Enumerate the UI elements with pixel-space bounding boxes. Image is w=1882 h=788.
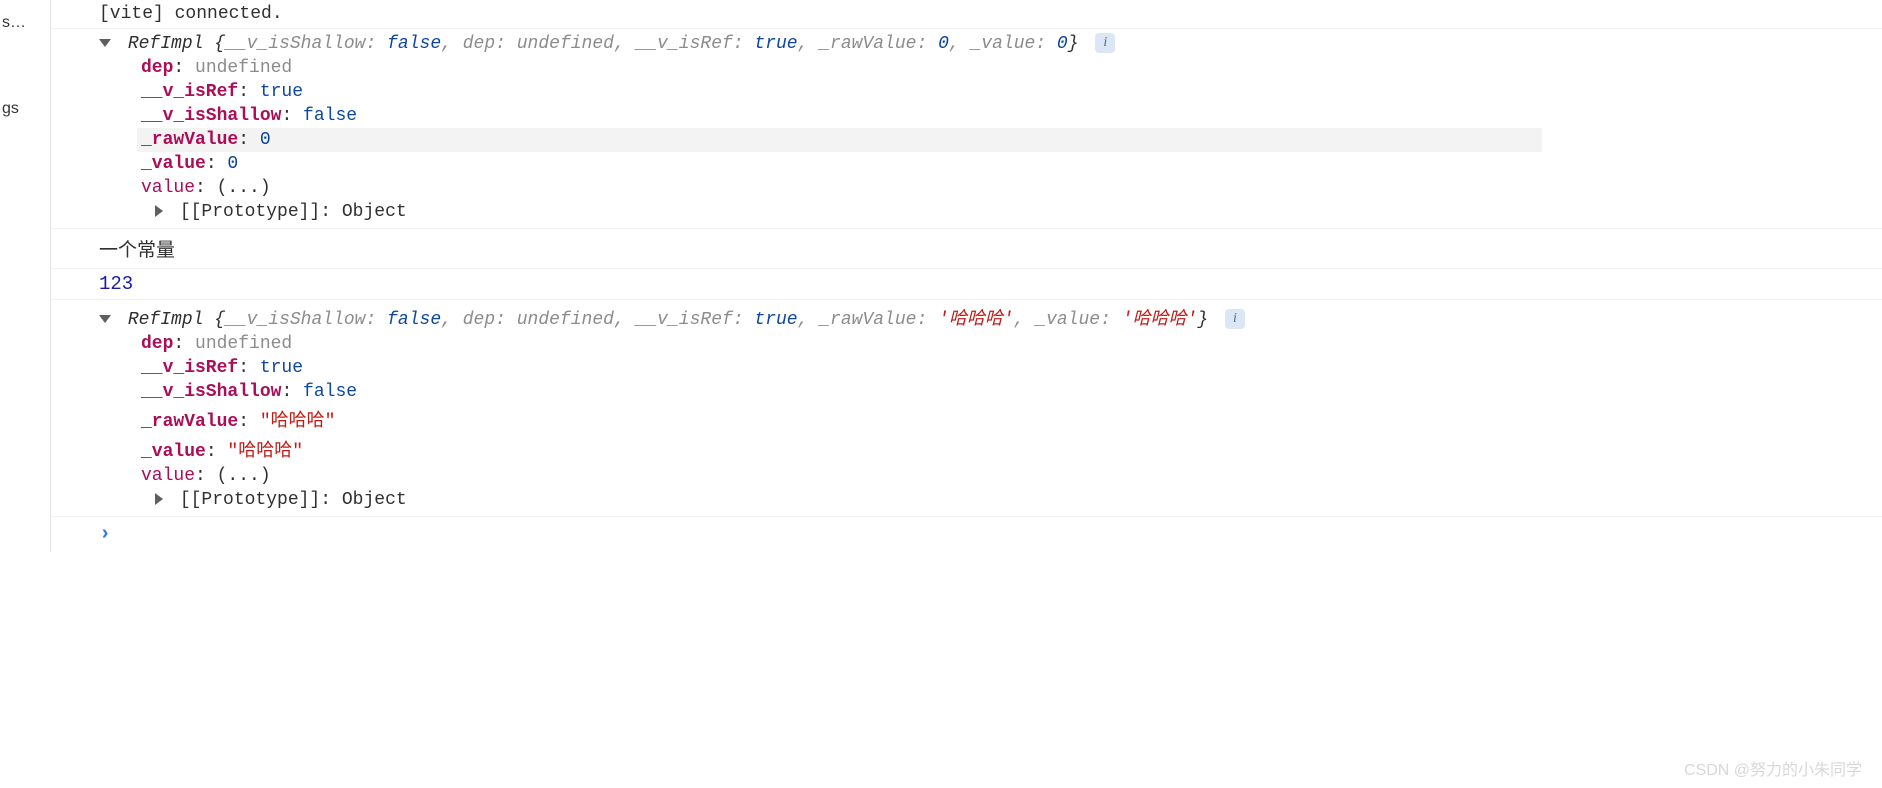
class-name: RefImpl bbox=[128, 310, 204, 330]
console-panel: [vite] connected. RefImpl {__v_isShallow… bbox=[50, 0, 1882, 552]
class-name: RefImpl bbox=[128, 34, 204, 54]
property-row[interactable]: _rawValue: "哈哈哈" bbox=[137, 404, 1842, 434]
property-row[interactable]: __v_isRef: true bbox=[137, 356, 1842, 380]
disclosure-triangle-icon[interactable] bbox=[155, 493, 163, 505]
log-number: 123 bbox=[51, 269, 1882, 299]
info-icon[interactable]: i bbox=[1225, 309, 1245, 329]
console-log-row[interactable]: 一个常量 bbox=[51, 228, 1882, 268]
console-object-row[interactable]: RefImpl {__v_isShallow: false, dep: unde… bbox=[51, 299, 1882, 516]
property-row[interactable]: dep: undefined bbox=[137, 56, 1842, 80]
object-properties: dep: undefined __v_isRef: true __v_isSha… bbox=[137, 332, 1842, 512]
log-text: 一个常量 bbox=[51, 229, 1882, 268]
property-row[interactable]: value: (...) bbox=[137, 176, 1842, 200]
property-row[interactable]: _rawValue: 0 bbox=[137, 128, 1542, 152]
disclosure-triangle-icon[interactable] bbox=[99, 315, 111, 323]
console-log-row[interactable]: 123 bbox=[51, 268, 1882, 299]
object-properties: dep: undefined __v_isRef: true __v_isSha… bbox=[137, 56, 1842, 224]
disclosure-triangle-icon[interactable] bbox=[99, 39, 111, 47]
object-preview: RefImpl {__v_isShallow: false, dep: unde… bbox=[128, 34, 1090, 54]
prototype-row[interactable]: [[Prototype]]: Object bbox=[155, 488, 1842, 512]
watermark-text: CSDN @努力的小朱同学 bbox=[1684, 756, 1862, 780]
property-row[interactable]: dep: undefined bbox=[137, 332, 1842, 356]
info-icon[interactable]: i bbox=[1095, 33, 1115, 53]
prototype-row[interactable]: [[Prototype]]: Object bbox=[155, 200, 1842, 224]
sidebar-label: s… bbox=[2, 14, 26, 32]
property-row[interactable]: __v_isRef: true bbox=[137, 80, 1842, 104]
property-row[interactable]: __v_isShallow: false bbox=[137, 104, 1842, 128]
object-preview: RefImpl {__v_isShallow: false, dep: unde… bbox=[128, 310, 1219, 330]
console-prompt-row[interactable]: › bbox=[51, 516, 1882, 552]
property-row[interactable]: _value: 0 bbox=[137, 152, 1842, 176]
console-log-row[interactable]: [vite] connected. bbox=[51, 0, 1882, 28]
prompt-caret-icon: › bbox=[99, 523, 111, 546]
sidebar-label: gs bbox=[2, 100, 19, 118]
property-row[interactable]: __v_isShallow: false bbox=[137, 380, 1842, 404]
property-row[interactable]: _value: "哈哈哈" bbox=[137, 434, 1842, 464]
log-text: [vite] connected. bbox=[99, 4, 283, 24]
property-row[interactable]: value: (...) bbox=[137, 464, 1842, 488]
disclosure-triangle-icon[interactable] bbox=[155, 205, 163, 217]
console-object-row[interactable]: RefImpl {__v_isShallow: false, dep: unde… bbox=[51, 28, 1882, 228]
